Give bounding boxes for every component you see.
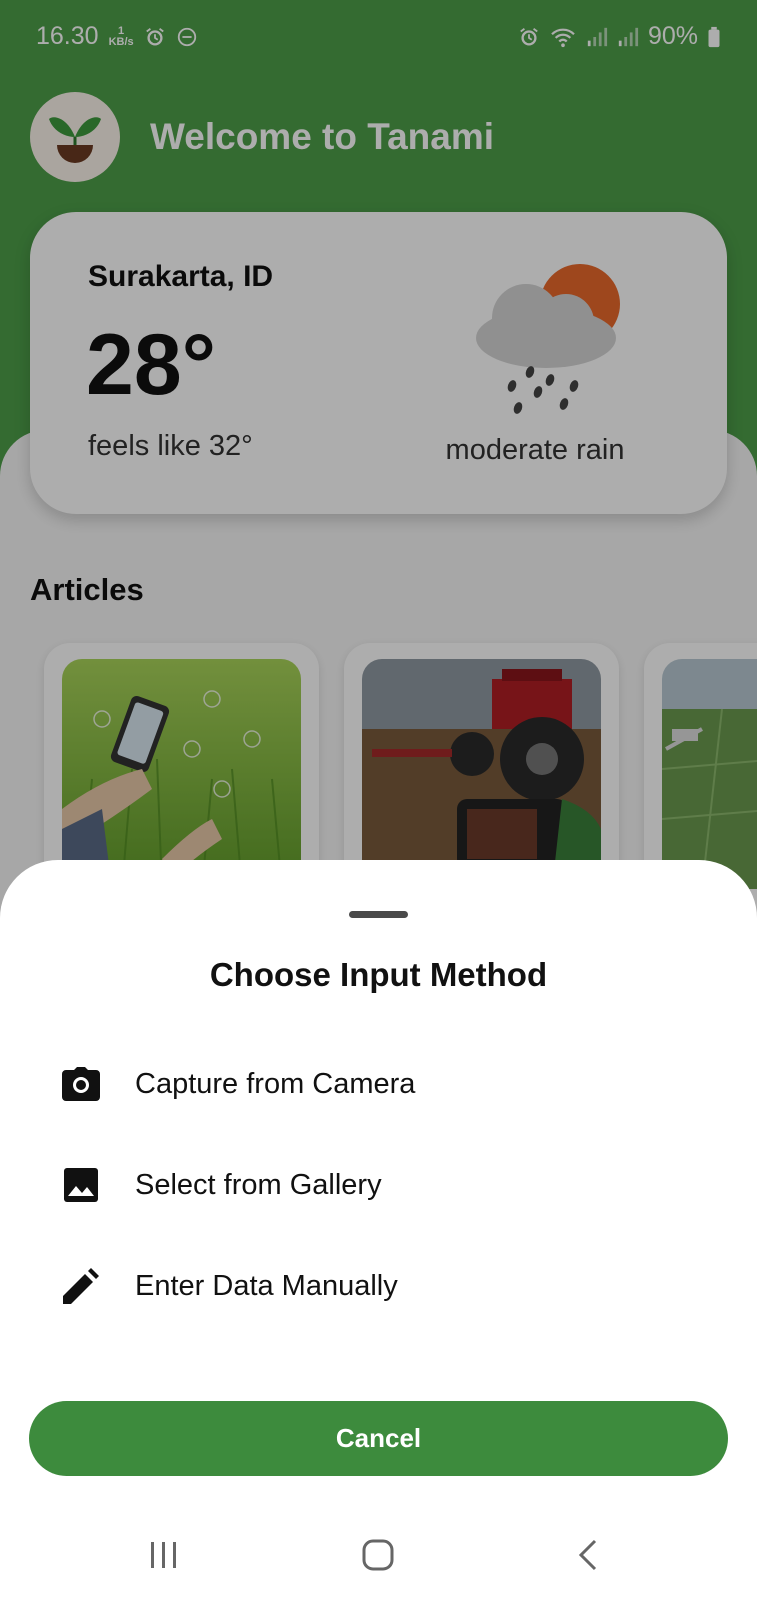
cancel-button[interactable]: Cancel xyxy=(29,1401,728,1476)
option-capture-camera[interactable]: Capture from Camera xyxy=(30,1042,727,1126)
recent-apps-icon xyxy=(151,1542,176,1568)
image-icon xyxy=(61,1165,101,1205)
back-button[interactable] xyxy=(548,1520,628,1590)
system-navigation-bar xyxy=(0,1520,757,1600)
sheet-drag-handle[interactable] xyxy=(349,911,408,918)
back-icon xyxy=(578,1539,597,1571)
sheet-title: Choose Input Method xyxy=(209,956,548,993)
pencil-icon xyxy=(61,1266,101,1306)
option-label: Select from Gallery xyxy=(135,1168,382,1201)
option-label: Capture from Camera xyxy=(135,1067,416,1100)
home-icon xyxy=(362,1539,394,1571)
option-enter-manually[interactable]: Enter Data Manually xyxy=(30,1244,727,1328)
option-select-gallery[interactable]: Select from Gallery xyxy=(30,1143,727,1227)
option-label: Enter Data Manually xyxy=(135,1269,398,1302)
camera-icon xyxy=(61,1064,101,1104)
input-method-sheet: Choose Input Method Capture from Camera … xyxy=(0,860,757,1600)
recent-apps-button[interactable] xyxy=(124,1520,204,1590)
home-button[interactable] xyxy=(338,1520,418,1590)
